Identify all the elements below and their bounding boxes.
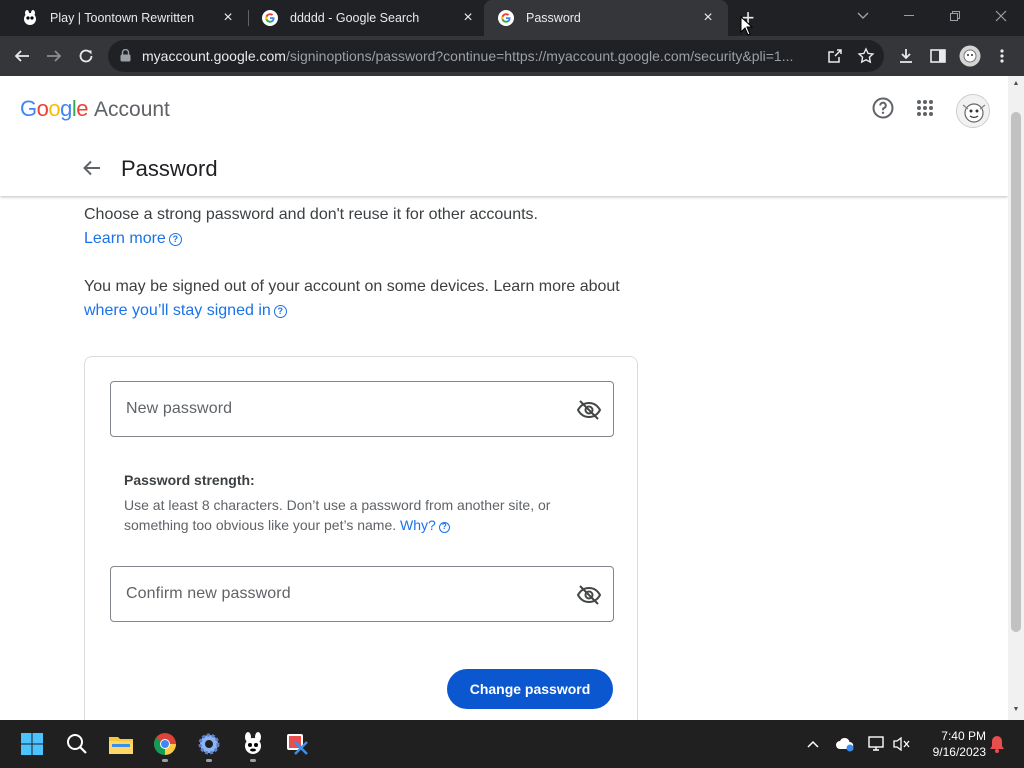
volume-muted-icon[interactable]: [892, 734, 912, 754]
url-host: myaccount.google.com: [142, 48, 286, 64]
restore-button[interactable]: [932, 0, 978, 32]
chevron-up-icon[interactable]: [803, 734, 823, 754]
url-path: /signinoptions/password?continue=https:/…: [285, 48, 794, 64]
windows-start-icon[interactable]: [16, 728, 48, 760]
close-icon[interactable]: ×: [700, 10, 716, 26]
google-g-icon: [498, 10, 514, 26]
tab-search-button[interactable]: [840, 0, 886, 32]
scroll-thumb[interactable]: [1011, 112, 1021, 632]
help-icon[interactable]: ?: [273, 305, 287, 318]
snipping-tool-icon[interactable]: [281, 728, 313, 760]
confirm-password-placeholder: Confirm new password: [126, 585, 291, 602]
profile-avatar-icon[interactable]: [956, 42, 984, 70]
more-menu-icon[interactable]: [988, 42, 1016, 70]
close-icon[interactable]: ×: [460, 10, 476, 26]
confirm-password-field[interactable]: Confirm new password: [110, 566, 614, 622]
tab-password[interactable]: Password ×: [484, 0, 728, 36]
scroll-up-arrow-icon[interactable]: ▲: [1012, 80, 1020, 88]
windows-taskbar: 7:40 PM 9/16/2023: [0, 720, 1024, 768]
side-panel-icon[interactable]: [924, 42, 952, 70]
running-indicator: [162, 759, 168, 762]
visibility-off-icon[interactable]: [576, 397, 602, 423]
close-window-button[interactable]: [978, 0, 1024, 32]
close-icon[interactable]: ×: [220, 10, 236, 26]
tab-google-search[interactable]: ddddd - Google Search ×: [248, 0, 488, 36]
clock-date: 9/16/2023: [932, 745, 986, 759]
new-password-field[interactable]: New password: [110, 381, 614, 437]
page-title: Password: [121, 156, 218, 181]
search-icon[interactable]: [61, 728, 93, 760]
google-account-logo[interactable]: Google Account: [20, 96, 170, 124]
new-password-placeholder: New password: [126, 400, 233, 417]
strength-hint-text: Use at least 8 characters. Don’t use a p…: [124, 497, 551, 533]
tab-title: Play | Toontown Rewritten: [50, 11, 195, 25]
intro-text: Choose a strong password and don't reuse…: [84, 206, 538, 223]
file-explorer-icon[interactable]: [105, 728, 137, 760]
tab-title: Password: [526, 11, 581, 25]
browser-tab-strip: Play | Toontown Rewritten × ddddd - Goog…: [0, 0, 1024, 36]
lock-icon[interactable]: [120, 48, 131, 67]
apps-grid-icon[interactable]: [913, 96, 937, 120]
back-button[interactable]: [8, 42, 36, 70]
google-wordmark: Google: [20, 96, 89, 121]
account-wordmark: Account: [94, 98, 170, 121]
scroll-down-arrow-icon[interactable]: ▼: [1012, 706, 1020, 714]
stay-signed-in-link[interactable]: where you’ll stay signed in: [84, 302, 271, 319]
learn-more-link[interactable]: Learn more: [84, 230, 166, 247]
password-form-card: New password Password strength: Use at l…: [84, 356, 638, 720]
onedrive-cloud-icon[interactable]: [835, 734, 855, 754]
network-icon[interactable]: [867, 734, 887, 754]
tab-toontown[interactable]: Play | Toontown Rewritten ×: [8, 0, 248, 36]
visibility-off-icon[interactable]: [576, 582, 602, 608]
page-scrollbar[interactable]: ▲ ▼: [1008, 76, 1024, 720]
help-icon[interactable]: [871, 96, 895, 120]
reload-button[interactable]: [72, 42, 100, 70]
running-indicator: [206, 759, 212, 762]
forward-button[interactable]: [40, 42, 68, 70]
intro-block: Choose a strong password and don't reuse…: [84, 203, 538, 251]
system-clock[interactable]: 7:40 PM 9/16/2023: [914, 728, 986, 760]
download-icon[interactable]: [892, 42, 920, 70]
signout-notice: You may be signed out of your account on…: [84, 275, 620, 323]
account-avatar[interactable]: [956, 94, 990, 128]
share-icon[interactable]: [826, 47, 844, 70]
clock-time: 7:40 PM: [941, 729, 986, 743]
back-arrow-icon[interactable]: [82, 158, 104, 180]
google-account-header: Google Account Password: [0, 76, 1008, 196]
url-text[interactable]: myaccount.google.com/signinoptions/passw…: [142, 48, 818, 64]
why-link[interactable]: Why?: [400, 517, 436, 533]
minimize-button[interactable]: [886, 0, 932, 32]
toontown-icon: [22, 10, 38, 26]
strength-hint: Use at least 8 characters. Don’t use a p…: [124, 495, 594, 535]
browser-toolbar: myaccount.google.com/signinoptions/passw…: [0, 36, 1024, 76]
help-icon[interactable]: ?: [168, 233, 182, 246]
page-content: Choose a strong password and don't reuse…: [0, 76, 1008, 720]
settings-gear-icon[interactable]: [193, 728, 225, 760]
address-bar[interactable]: myaccount.google.com/signinoptions/passw…: [108, 40, 884, 72]
toontown-icon[interactable]: [237, 728, 269, 760]
change-password-button[interactable]: Change password: [447, 669, 613, 709]
help-icon[interactable]: ?: [438, 522, 450, 533]
bookmark-star-icon[interactable]: [857, 47, 875, 70]
notification-bell-icon[interactable]: [987, 734, 1007, 754]
google-g-icon: [262, 10, 278, 26]
signout-text: You may be signed out of your account on…: [84, 278, 620, 295]
strength-title: Password strength:: [124, 472, 255, 488]
chrome-icon[interactable]: [149, 728, 181, 760]
tab-title: ddddd - Google Search: [290, 11, 420, 25]
mouse-cursor-icon: [740, 15, 754, 36]
running-indicator: [250, 759, 256, 762]
